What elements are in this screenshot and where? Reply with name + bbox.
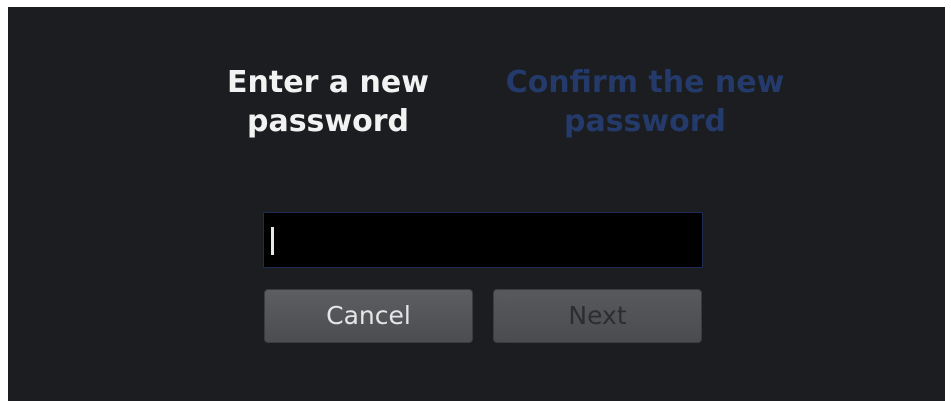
step-confirm-password: Confirm the new password [480, 63, 810, 141]
step-enter-password: Enter a new password [203, 63, 453, 141]
password-dialog: Enter a new password Confirm the new pas… [8, 7, 945, 401]
password-field-container [263, 212, 703, 268]
step-enter-password-line2: password [246, 104, 410, 139]
new-password-input[interactable] [264, 213, 702, 267]
step-enter-password-line1: Enter a new [227, 65, 429, 100]
step-confirm-password-line2: password [563, 104, 727, 139]
cancel-button[interactable]: Cancel [264, 289, 473, 343]
text-cursor [271, 227, 274, 255]
next-button[interactable]: Next [493, 289, 702, 343]
step-confirm-password-line1: Confirm the new [505, 65, 785, 100]
